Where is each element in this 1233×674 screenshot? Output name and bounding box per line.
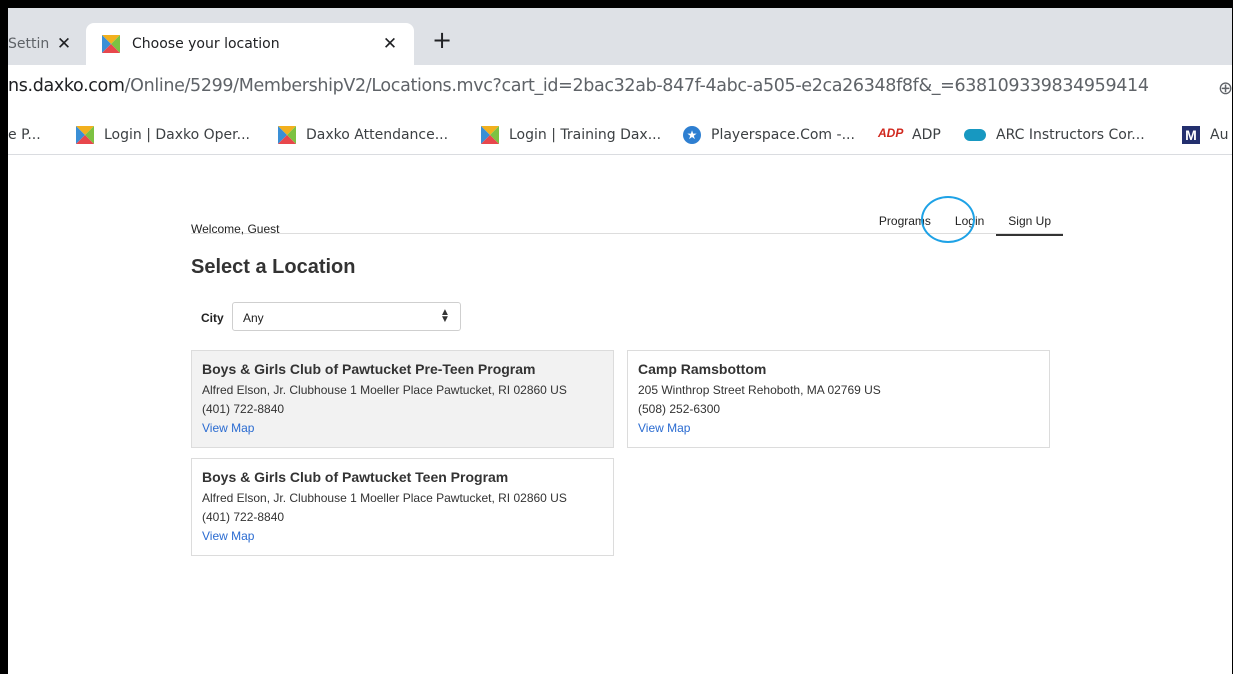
- view-map-link[interactable]: View Map: [202, 527, 603, 546]
- bookmarks-bar: e P... Login | Daxko Oper... Daxko Atten…: [8, 115, 1232, 155]
- new-tab-button[interactable]: +: [430, 26, 454, 54]
- bookmark-item[interactable]: M Au: [1182, 125, 1228, 145]
- daxko-icon: [102, 35, 120, 53]
- city-select-value: Any: [243, 311, 264, 325]
- bookmark-label: e P...: [8, 127, 41, 143]
- bookmark-label: Daxko Attendance...: [306, 127, 449, 143]
- location-name[interactable]: Camp Ramsbottom: [638, 361, 1039, 377]
- location-card[interactable]: Boys & Girls Club of Pawtucket Pre-Teen …: [191, 350, 614, 448]
- daxko-icon: [481, 126, 499, 144]
- city-filter-label: City: [201, 311, 224, 325]
- tab-choose-location[interactable]: Choose your location ✕: [86, 23, 414, 65]
- bookmark-item[interactable]: Daxko Attendance...: [278, 125, 448, 145]
- bookmark-item[interactable]: ★ Playerspace.Com -...: [683, 125, 855, 145]
- location-address: Alfred Elson, Jr. Clubhouse 1 Moeller Pl…: [202, 491, 567, 505]
- location-card[interactable]: Camp Ramsbottom 205 Winthrop Street Reho…: [627, 350, 1050, 448]
- page-content: Welcome, Guest Programs Login Sign Up Se…: [8, 156, 1232, 674]
- bookmark-label: Playerspace.Com -...: [711, 127, 855, 143]
- bookmark-item[interactable]: Login | Daxko Oper...: [76, 125, 250, 145]
- zoom-icon[interactable]: ⊕: [1218, 78, 1232, 98]
- location-name[interactable]: Boys & Girls Club of Pawtucket Pre-Teen …: [202, 361, 603, 377]
- location-card[interactable]: Boys & Girls Club of Pawtucket Teen Prog…: [191, 458, 614, 556]
- address-bar[interactable]: ns.daxko.com/Online/5299/MembershipV2/Lo…: [8, 65, 1232, 115]
- location-phone: (508) 252-6300: [638, 402, 721, 416]
- location-address: 205 Winthrop Street Rehoboth, MA 02769 U…: [638, 383, 881, 397]
- location-name[interactable]: Boys & Girls Club of Pawtucket Teen Prog…: [202, 469, 603, 485]
- select-arrows-icon: ▲ ▼: [440, 307, 450, 325]
- m-logo-icon: M: [1182, 126, 1200, 144]
- bookmark-label: ADP: [912, 127, 941, 143]
- bookmark-label: Login | Training Dax...: [509, 127, 662, 143]
- bookmark-item[interactable]: e P...: [8, 125, 41, 145]
- bookmark-item[interactable]: ADP ADP: [878, 125, 941, 145]
- url-text[interactable]: ns.daxko.com/Online/5299/MembershipV2/Lo…: [8, 76, 1149, 96]
- bookmark-label: ARC Instructors Cor...: [996, 127, 1145, 143]
- browser-window: Settin ✕ Choose your location ✕ + ns.dax…: [8, 8, 1232, 674]
- location-phone: (401) 722-8840: [202, 510, 285, 524]
- close-icon[interactable]: ✕: [380, 34, 400, 54]
- location-address: Alfred Elson, Jr. Clubhouse 1 Moeller Pl…: [202, 383, 567, 397]
- bookmark-label: Au: [1210, 127, 1229, 143]
- bookmark-label: Login | Daxko Oper...: [104, 127, 250, 143]
- view-map-link[interactable]: View Map: [202, 419, 603, 438]
- nav-signup[interactable]: Sign Up: [996, 212, 1063, 236]
- bookmark-item[interactable]: ARC Instructors Cor...: [964, 125, 1145, 145]
- close-icon[interactable]: ✕: [54, 34, 74, 54]
- tab-title: Choose your location: [132, 36, 280, 52]
- annotation-circle: [921, 196, 975, 243]
- view-map-link[interactable]: View Map: [638, 419, 1039, 438]
- city-select[interactable]: Any ▲ ▼: [232, 302, 461, 331]
- location-phone: (401) 722-8840: [202, 402, 285, 416]
- url-path: /Online/5299/MembershipV2/Locations.mvc?…: [124, 76, 1149, 96]
- tab-settings[interactable]: Settin ✕: [8, 23, 86, 65]
- tab-strip: Settin ✕ Choose your location ✕ +: [8, 8, 1232, 65]
- daxko-icon: [278, 126, 296, 144]
- daxko-icon: [76, 126, 94, 144]
- adp-logo-icon: ADP: [878, 126, 904, 140]
- page-title: Select a Location: [191, 256, 356, 278]
- salesforce-cloud-icon: [964, 129, 986, 141]
- star-badge-icon: ★: [683, 126, 701, 144]
- url-host: ns.daxko.com: [8, 76, 125, 96]
- bookmark-item[interactable]: Login | Training Dax...: [481, 125, 661, 145]
- tab-title: Settin: [8, 36, 50, 52]
- welcome-text: Welcome, Guest: [191, 222, 280, 236]
